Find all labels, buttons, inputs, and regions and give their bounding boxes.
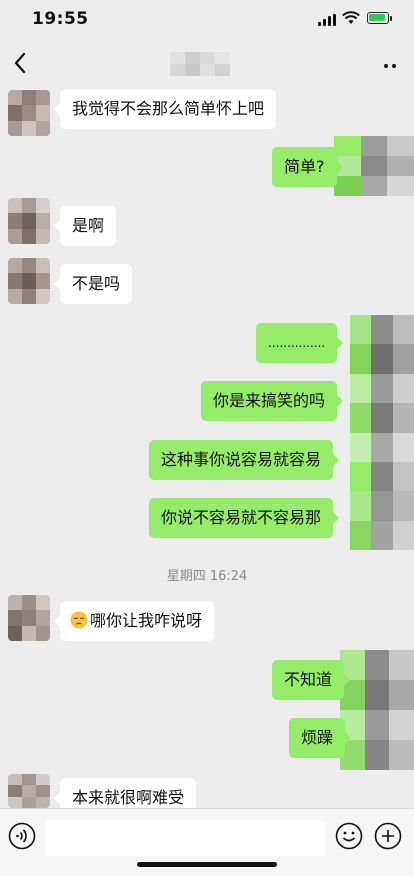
plus-icon[interactable]	[374, 822, 402, 850]
pensive-face-icon	[70, 611, 88, 629]
outgoing-message[interactable]: 简单?	[272, 147, 342, 187]
incoming-message[interactable]: 不是吗	[53, 264, 133, 304]
battery-icon	[367, 12, 389, 24]
outgoing-message[interactable]: 这种事你说容易就容易	[149, 440, 340, 480]
contact-avatar[interactable]	[8, 258, 50, 304]
incoming-message[interactable]: 我觉得不会那么简单怀上吧	[53, 89, 277, 129]
contact-avatar[interactable]	[8, 198, 50, 244]
chevron-left-icon[interactable]	[10, 50, 30, 76]
incoming-message[interactable]: 哪你让我咋说呀	[53, 601, 215, 641]
chat-header	[0, 40, 414, 88]
own-avatar	[340, 650, 414, 770]
contact-avatar[interactable]	[8, 595, 50, 641]
timestamp: 星期四 16:24	[166, 569, 248, 584]
home-indicator	[137, 862, 277, 867]
wifi-icon	[342, 11, 360, 24]
more-dots-icon[interactable]	[380, 54, 402, 74]
message-text: 哪你让我咋说呀	[90, 611, 203, 630]
status-bar: 19:55	[0, 0, 414, 40]
contact-avatar[interactable]	[8, 774, 50, 808]
incoming-message[interactable]: 是啊	[53, 206, 117, 246]
outgoing-message[interactable]: 烦躁	[289, 718, 352, 758]
emoji-icon[interactable]	[335, 822, 363, 850]
status-time: 19:55	[32, 9, 89, 29]
contact-name-redacted	[170, 52, 230, 76]
outgoing-message[interactable]: 你说不容易就不容易那	[149, 498, 340, 538]
own-avatar	[334, 136, 414, 196]
contact-avatar[interactable]	[8, 90, 50, 136]
outgoing-message[interactable]: 你是来搞笑的吗	[201, 381, 344, 421]
own-avatar	[350, 315, 414, 550]
outgoing-message[interactable]: ...............	[256, 323, 344, 363]
message-input[interactable]	[45, 820, 325, 856]
signal-icon	[318, 14, 336, 26]
outgoing-message[interactable]: 不知道	[272, 660, 351, 700]
voice-icon[interactable]	[8, 822, 36, 850]
